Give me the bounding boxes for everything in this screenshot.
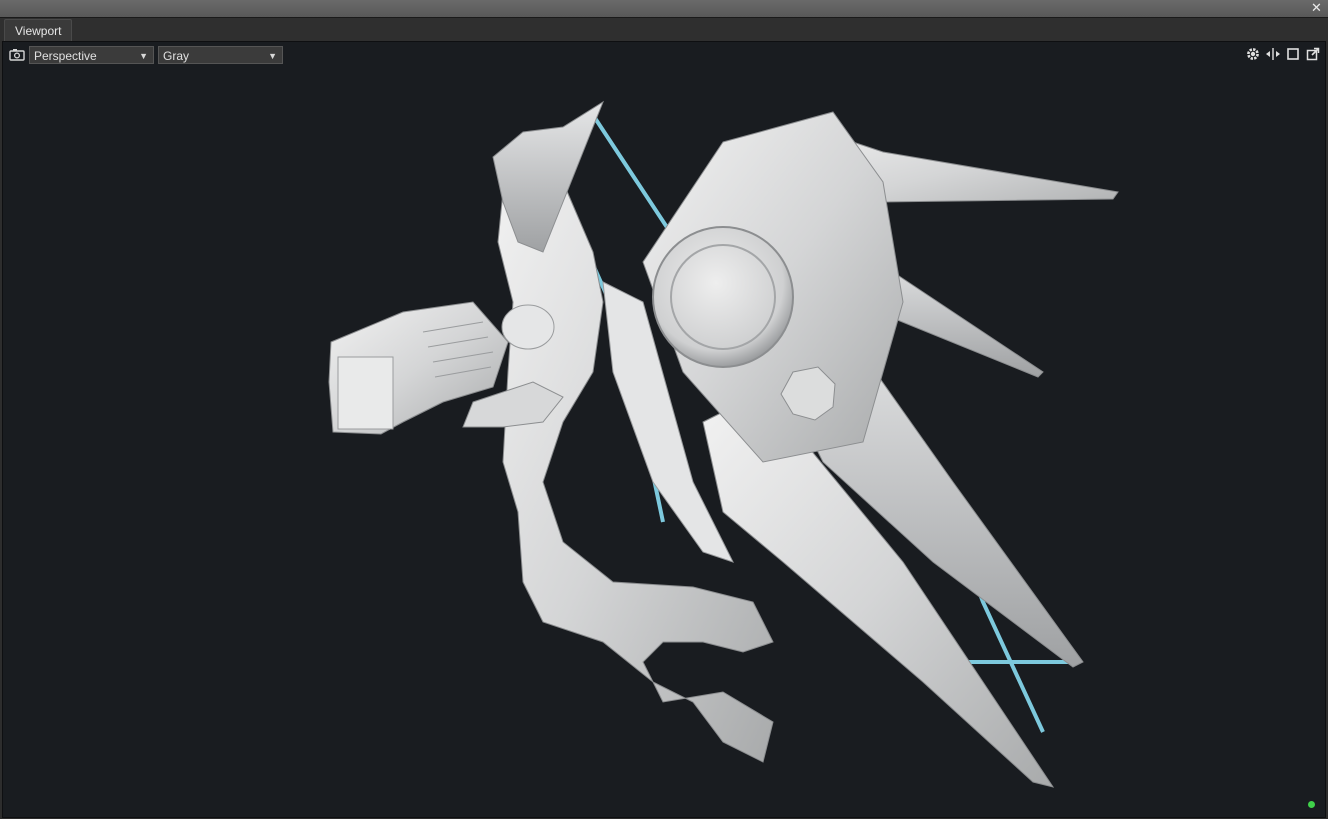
- wing-disc: [652, 226, 794, 368]
- 3d-viewport[interactable]: Perspective ▼ Gray ▼: [2, 41, 1326, 818]
- projection-value: Perspective: [34, 49, 97, 63]
- chevron-down-icon: ▼: [139, 51, 148, 61]
- camera-icon[interactable]: [9, 47, 25, 63]
- viewport-window: ✕ Viewport Perspective ▼ Gray ▼: [0, 0, 1328, 819]
- figure-chest: [501, 304, 555, 350]
- tab-viewport[interactable]: Viewport: [4, 19, 73, 42]
- close-icon[interactable]: ✕: [1309, 1, 1324, 16]
- maximize-square-icon[interactable]: [1285, 46, 1301, 62]
- external-link-icon[interactable]: [1305, 46, 1321, 62]
- 3d-model-render[interactable]: [3, 42, 1325, 817]
- chevron-down-icon: ▼: [268, 51, 277, 61]
- status-indicator: [1308, 801, 1315, 808]
- move-arrows-icon[interactable]: [1265, 46, 1281, 62]
- arm-cannon-face: [337, 356, 394, 430]
- shading-value: Gray: [163, 49, 190, 63]
- gear-icon[interactable]: [1245, 46, 1261, 62]
- tab-bar: Viewport: [0, 18, 1328, 42]
- viewport-tool-icons: [1245, 46, 1321, 62]
- projection-dropdown[interactable]: Perspective ▼: [29, 46, 154, 64]
- shading-dropdown[interactable]: Gray ▼: [158, 46, 283, 64]
- title-strip: ✕: [0, 0, 1328, 18]
